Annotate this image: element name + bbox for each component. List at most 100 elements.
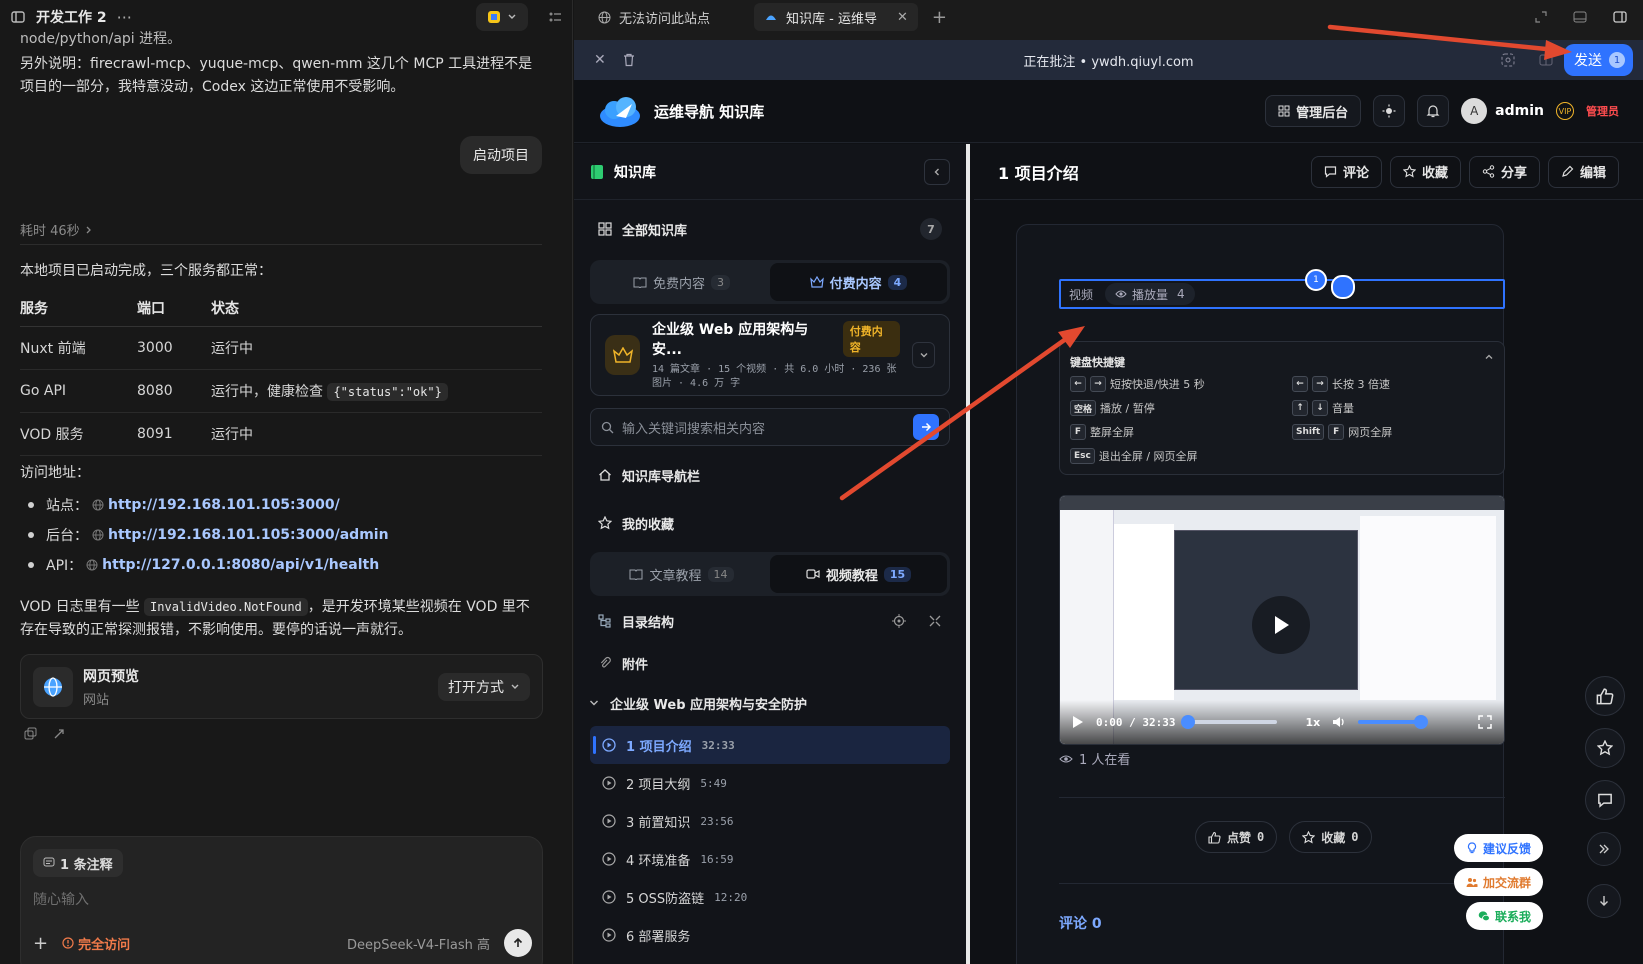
episode-item[interactable]: 6 部署服务 (574, 916, 966, 954)
plays-count: 4 (1177, 287, 1185, 301)
episode-item[interactable]: 3 前置知识 23:56 (574, 802, 966, 840)
close-tab-icon[interactable]: ✕ (897, 10, 908, 25)
copy-icon[interactable] (24, 727, 37, 740)
float-comment-button[interactable] (1585, 780, 1625, 820)
new-tab-icon[interactable]: + (932, 7, 947, 28)
like-button[interactable]: 点赞 0 (1195, 821, 1278, 853)
tab-free-content[interactable]: 免费内容 3 (593, 263, 770, 301)
tab-paid-content[interactable]: 付费内容 4 (770, 263, 947, 301)
search-icon (601, 421, 614, 433)
key: 空格 (1070, 400, 1097, 416)
episode-item[interactable]: 1 项目介绍 32:33 (590, 726, 950, 764)
access-mode[interactable]: 完全访问 (62, 934, 130, 953)
fullscreen-icon[interactable] (1478, 715, 1492, 729)
video-player[interactable]: 0:00 / 32:33 1x (1059, 495, 1505, 745)
sidebar-item-toc[interactable]: 目录结构 (574, 598, 966, 644)
panel-icon[interactable] (1539, 53, 1553, 67)
tab-knowledge-base[interactable]: 知识库 - 运维导 ✕ (754, 3, 918, 31)
comment-button[interactable]: 评论 (1310, 155, 1382, 188)
scroll-down-button[interactable] (1587, 884, 1621, 918)
play-button[interactable] (1252, 596, 1310, 654)
episode-item[interactable]: 4 环境准备 16:59 (574, 840, 966, 878)
tab-unreachable[interactable]: 无法访问此站点 (588, 3, 720, 31)
app-switch-button[interactable] (476, 3, 528, 31)
float-star-button[interactable] (1585, 728, 1625, 768)
tab-video-tutorials[interactable]: 视频教程 15 (770, 555, 947, 593)
volume-icon[interactable] (1332, 715, 1346, 729)
username[interactable]: admin (1495, 103, 1544, 119)
web-preview-card[interactable]: 网页预览 网站 打开方式 (20, 654, 543, 719)
favorite-button[interactable]: 收藏 (1389, 155, 1461, 188)
volume-slider[interactable] (1358, 715, 1429, 729)
sidebar-toggle-icon[interactable] (10, 9, 26, 25)
open-with-button[interactable]: 打开方式 (438, 672, 530, 701)
annotation-bar: ✕ 正在批注 • ywdh.qiuyl.com 发送 1 (574, 40, 1643, 80)
sidebar-header: 知识库 (574, 144, 966, 200)
play-icon[interactable] (1072, 715, 1084, 729)
screenshot-icon[interactable] (1501, 53, 1515, 67)
collect-button[interactable]: 收藏 0 (1289, 821, 1372, 853)
float-expand-button[interactable] (1587, 832, 1621, 866)
locate-icon[interactable] (892, 614, 906, 628)
annotation-chip[interactable]: 1 条注释 (33, 849, 123, 877)
window-icon[interactable] (1573, 11, 1587, 23)
expand-course-button[interactable] (912, 342, 935, 368)
model-select[interactable]: DeepSeek-V4-Flash 高 (347, 934, 490, 953)
cell-status: 运行中，健康检查 {"status":"ok"} (211, 369, 542, 413)
site-brand[interactable]: 运维导航 知识库 (654, 101, 764, 122)
like-label: 点赞 (1227, 830, 1252, 845)
send-button[interactable] (504, 929, 532, 957)
join-group-button[interactable]: 加交流群 (1453, 868, 1543, 896)
chevron-down-icon (511, 684, 519, 689)
share-button[interactable]: 分享 (1468, 155, 1540, 188)
split-view-icon[interactable] (1613, 11, 1627, 23)
notification-button[interactable] (1417, 95, 1450, 127)
sidebar-item-all-kb[interactable]: 全部知识库 7 (574, 206, 966, 252)
collapse-sidebar-button[interactable] (924, 158, 950, 185)
shortcut: ← → 短按快退/快进 5 秒 (1070, 376, 1205, 392)
api-link[interactable]: http://127.0.0.1:8080/api/v1/health (102, 557, 379, 573)
episode-item[interactable]: 2 项目大纲 5:49 (574, 764, 966, 802)
sidebar-item-nav[interactable]: 知识库导航栏 (574, 452, 966, 498)
warning-icon (62, 937, 74, 949)
add-icon[interactable]: + (33, 933, 48, 954)
star-icon (1302, 830, 1316, 843)
highlighted-element[interactable]: 视频 播放量 4 1 (1059, 269, 1505, 309)
shortcut-desc: 整屏全屏 (1090, 426, 1134, 439)
theme-toggle-button[interactable] (1373, 95, 1406, 127)
speed-button[interactable]: 1x (1305, 716, 1320, 729)
annotation-pin[interactable]: 1 (1305, 269, 1327, 291)
composer-input[interactable]: 随心输入 (33, 889, 89, 909)
sidebar-item-favorites[interactable]: 我的收藏 (574, 500, 966, 546)
kb-search[interactable]: 输入关键词搜索相关内容 (590, 408, 950, 446)
course-stats: 14 篇文章 · 15 个视频 · 共 6.0 小时 · 236 张图片 · 4… (652, 364, 897, 389)
episode-item[interactable]: 5 OSS防盗链 12:20 (574, 878, 966, 916)
health-code: {"status":"ok"} (327, 382, 448, 401)
tasks-icon[interactable] (548, 10, 562, 24)
search-submit-button[interactable] (913, 414, 939, 440)
admin-link[interactable]: http://192.168.101.105:3000/admin (108, 527, 389, 543)
course-group[interactable]: 企业级 Web 应用架构与安全防护 (574, 680, 966, 726)
tab-article-tutorials[interactable]: 文章教程 14 (593, 555, 770, 593)
collapse-all-icon[interactable] (928, 614, 942, 628)
more-options-icon[interactable]: ··· (117, 8, 132, 27)
expand-icon[interactable] (1535, 11, 1547, 23)
share-icon[interactable] (53, 727, 66, 740)
contact-button[interactable]: 联系我 (1465, 902, 1543, 930)
episode-title: 1 项目介绍 (626, 739, 692, 755)
volume-handle[interactable] (1414, 715, 1429, 729)
float-like-button[interactable] (1585, 676, 1625, 716)
site-link[interactable]: http://192.168.101.105:3000/ (108, 497, 340, 513)
shortcut: F 整屏全屏 (1070, 424, 1134, 440)
progress-bar[interactable] (1181, 715, 1278, 729)
progress-handle[interactable] (1181, 715, 1196, 729)
send-annotation-button[interactable]: 发送 1 (1564, 44, 1633, 76)
annotation-cursor[interactable] (1331, 275, 1355, 299)
collapse-shortcuts-icon[interactable] (1484, 352, 1494, 362)
avatar[interactable]: A (1461, 98, 1488, 124)
feedback-button[interactable]: 建议反馈 (1453, 834, 1543, 862)
edit-button[interactable]: 编辑 (1547, 155, 1619, 188)
course-card[interactable]: 企业级 Web 应用架构与安... 付费内容 14 篇文章 · 15 个视频 · … (590, 314, 950, 396)
elapsed-time[interactable]: 耗时 46秒 (20, 220, 542, 239)
admin-dashboard-button[interactable]: 管理后台 (1265, 95, 1362, 127)
